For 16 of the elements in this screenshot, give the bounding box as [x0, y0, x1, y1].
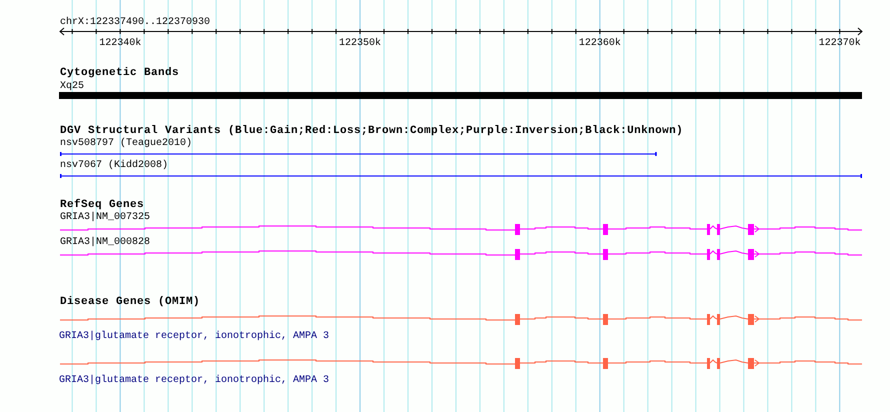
feature-label: GRIA3|NM_007325 — [60, 212, 150, 223]
track-title: Disease Genes (OMIM) — [60, 296, 200, 308]
tick-label: 122360k — [578, 38, 621, 49]
tick-label: 122370k — [818, 38, 861, 49]
track-title: Cytogenetic Bands — [60, 67, 180, 79]
feature-label: GRIA3|glutamate receptor, ionotrophic, AMPA 3 — [59, 331, 330, 342]
track-title: DGV Structural Variants (Blue:Gain;Red:Loss;Brown:Complex;Purple:Inversion;Black:Unknown) — [60, 125, 684, 137]
region-coordinates: chrX:122337490..122370930 — [60, 17, 210, 28]
tick-label: 122350k — [339, 38, 382, 49]
feature-label: nsv7067 (Kidd2008) — [60, 160, 168, 171]
tick-label: 122340k — [99, 38, 142, 49]
feature-label: GRIA3|glutamate receptor, ionotrophic, AMPA 3 — [59, 375, 330, 386]
track-title: RefSeq Genes — [60, 199, 144, 211]
feature-label: GRIA3|NM_000828 — [60, 237, 150, 248]
feature-label: nsv508797 (Teague2010) — [60, 138, 192, 149]
feature-label: Xq25 — [60, 81, 84, 92]
